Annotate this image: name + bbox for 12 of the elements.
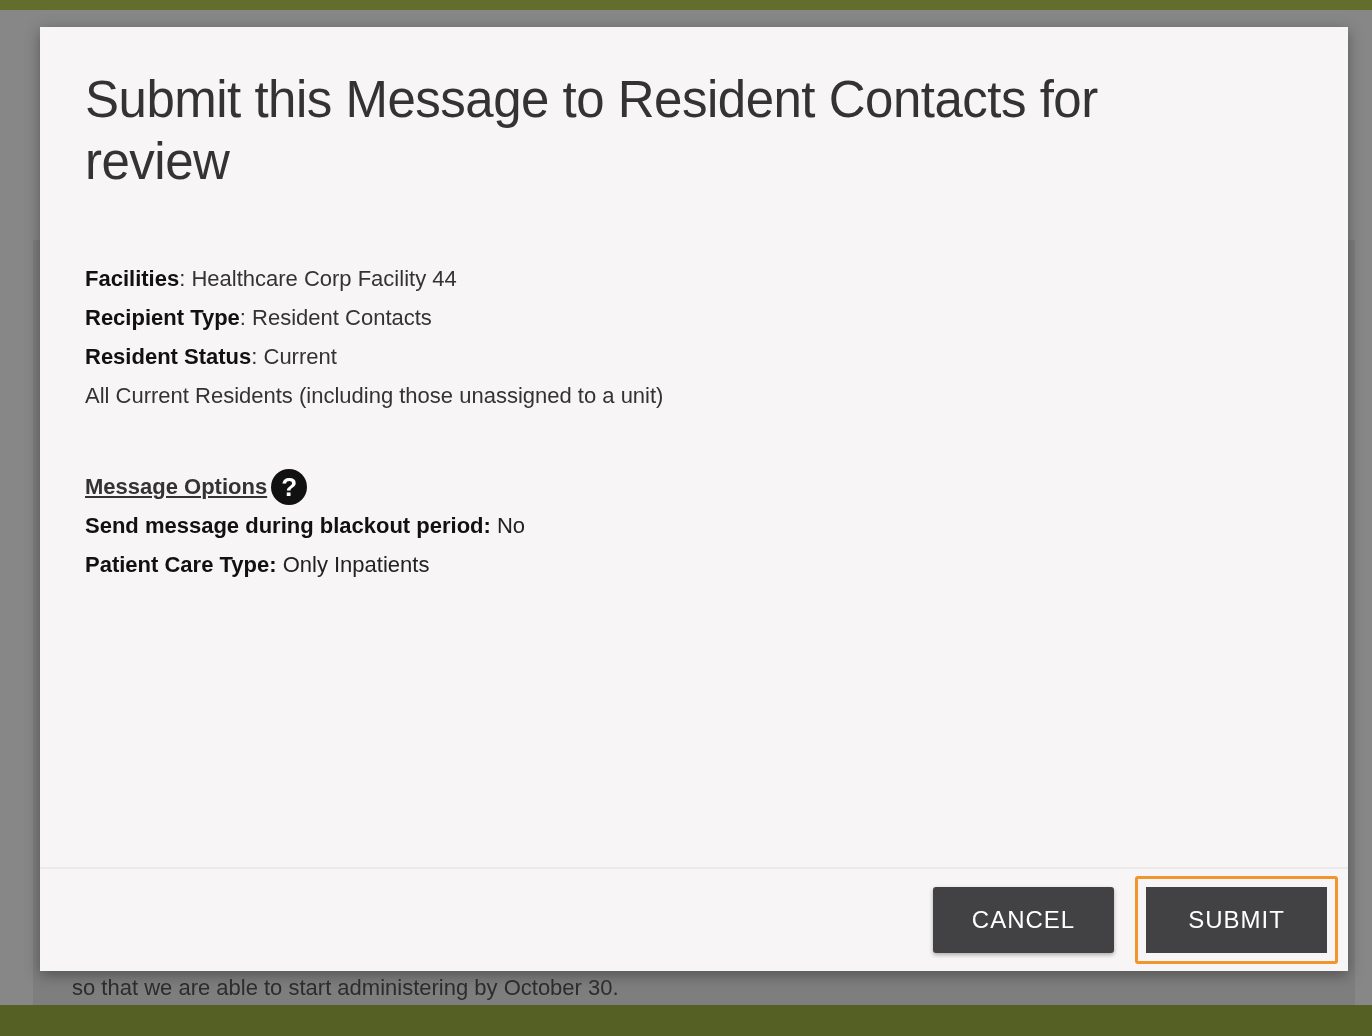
detail-line: Resident Status: Current — [85, 343, 338, 371]
help-icon[interactable]: ? — [271, 469, 308, 505]
detail-line: All Current Residents (including those unassigned to a unit) — [85, 382, 665, 410]
background-text: so that we are able to start administering by October 30. — [72, 975, 619, 1001]
message-options-link[interactable]: Message Options — [85, 474, 268, 500]
option-line: Send message during blackout period: No — [85, 512, 527, 540]
option-line: Patient Care Type: Only Inpatients — [85, 551, 431, 579]
detail-line: Facilities: Healthcare Corp Facility 44 — [85, 265, 458, 293]
submit-button[interactable]: SUBMIT — [1135, 876, 1338, 964]
cancel-button[interactable]: CANCEL — [933, 887, 1114, 953]
dialog-title: Submit this Message to Resident Contacts for review — [85, 70, 1099, 192]
detail-line: Recipient Type: Resident Contacts — [85, 304, 433, 332]
